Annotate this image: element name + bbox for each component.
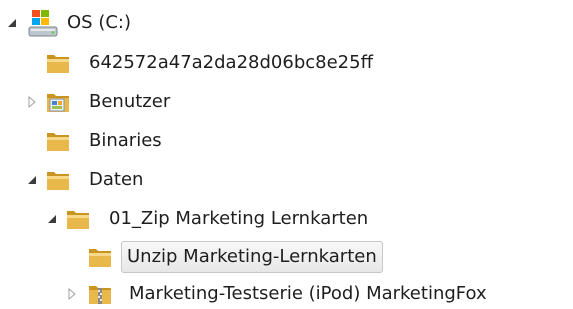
folder-icon [44, 127, 72, 155]
tree-item-marketing-testserie[interactable]: Marketing-Testserie (iPod) MarketingFox [0, 276, 573, 309]
users-folder-icon [44, 88, 72, 116]
tree-item-daten[interactable]: Daten [0, 162, 573, 198]
tree-item-label: Daten [89, 169, 144, 190]
tree-item-label: Benutzer [89, 91, 171, 112]
tree-item-binaries[interactable]: Binaries [0, 123, 573, 159]
expanded-arrow-icon[interactable] [26, 174, 38, 186]
folder-icon [44, 49, 72, 77]
folder-icon [86, 243, 114, 271]
folder-open-icon [64, 205, 92, 233]
tree-item-label: 642572a47a2da28d06bc8e25ff [89, 52, 373, 73]
tree-item-os-drive[interactable]: OS (C:) [0, 5, 573, 41]
folder-open-icon [44, 166, 72, 194]
drive-icon [26, 8, 60, 38]
tree-item-folder[interactable]: 642572a47a2da28d06bc8e25ff [0, 45, 573, 81]
tree-item-benutzer[interactable]: Benutzer [0, 84, 573, 120]
folder-tree: OS (C:) 642572a47a2da28d06bc8e25ff Benut… [0, 0, 573, 309]
expanded-arrow-icon[interactable] [46, 213, 58, 225]
tree-item-label: OS (C:) [67, 12, 131, 33]
tree-item-label: 01_Zip Marketing Lernkarten [109, 208, 369, 229]
zip-folder-icon [86, 280, 114, 308]
expanded-arrow-icon[interactable] [6, 17, 18, 29]
tree-item-label: Binaries [89, 130, 162, 151]
collapsed-arrow-icon[interactable] [66, 288, 78, 300]
tree-item-unzip-marketing[interactable]: Unzip Marketing-Lernkarten [0, 239, 573, 275]
tree-item-01-zip-marketing[interactable]: 01_Zip Marketing Lernkarten [0, 201, 573, 237]
tree-item-label: Marketing-Testserie (iPod) MarketingFox [129, 283, 487, 304]
tree-item-label-selected: Unzip Marketing-Lernkarten [121, 241, 383, 273]
collapsed-arrow-icon[interactable] [26, 96, 38, 108]
